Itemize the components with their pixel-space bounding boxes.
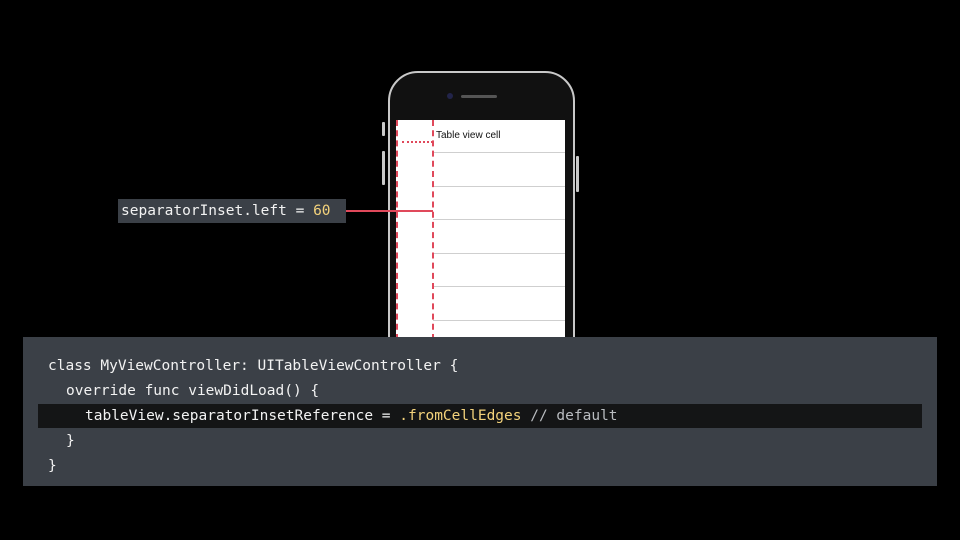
code-line-3-comment: // default	[521, 408, 618, 424]
phone-screen-table-view: Table view cell	[396, 120, 565, 340]
front-camera-icon	[447, 93, 453, 99]
cell-separator	[433, 152, 565, 153]
separator-inset-guide-line	[432, 120, 434, 340]
phone-volume-button	[382, 151, 385, 185]
cell-separator	[433, 219, 565, 220]
code-line-3-enum-value: .fromCellEdges	[399, 408, 522, 424]
cell-separator	[433, 186, 565, 187]
code-line-3-highlighted: tableView.separatorInsetReference = .fro…	[38, 404, 922, 428]
callout-property: separatorInset.left =	[121, 203, 314, 219]
phone-power-button	[576, 156, 579, 192]
code-line-2: override func viewDidLoad() {	[66, 383, 320, 399]
cell-separator	[433, 320, 565, 321]
cell-edge-guide-line	[396, 120, 398, 340]
phone-silent-switch	[382, 122, 385, 136]
code-line-5: }	[48, 458, 57, 474]
inset-distance-indicator	[402, 141, 433, 143]
cell-separator	[433, 253, 565, 254]
callout-connector-line	[346, 210, 433, 212]
code-snippet-panel: class MyViewController: UITableViewContr…	[23, 337, 937, 486]
callout-value: 60	[313, 203, 331, 219]
earpiece-speaker-icon	[461, 95, 497, 98]
separator-inset-callout: separatorInset.left = 60	[118, 199, 346, 223]
table-view-cell-label: Table view cell	[436, 130, 501, 141]
cell-separator	[433, 286, 565, 287]
code-line-4: }	[66, 433, 75, 449]
code-line-1: class MyViewController: UITableViewContr…	[48, 358, 459, 374]
code-line-3-statement: tableView.separatorInsetReference =	[85, 408, 400, 424]
